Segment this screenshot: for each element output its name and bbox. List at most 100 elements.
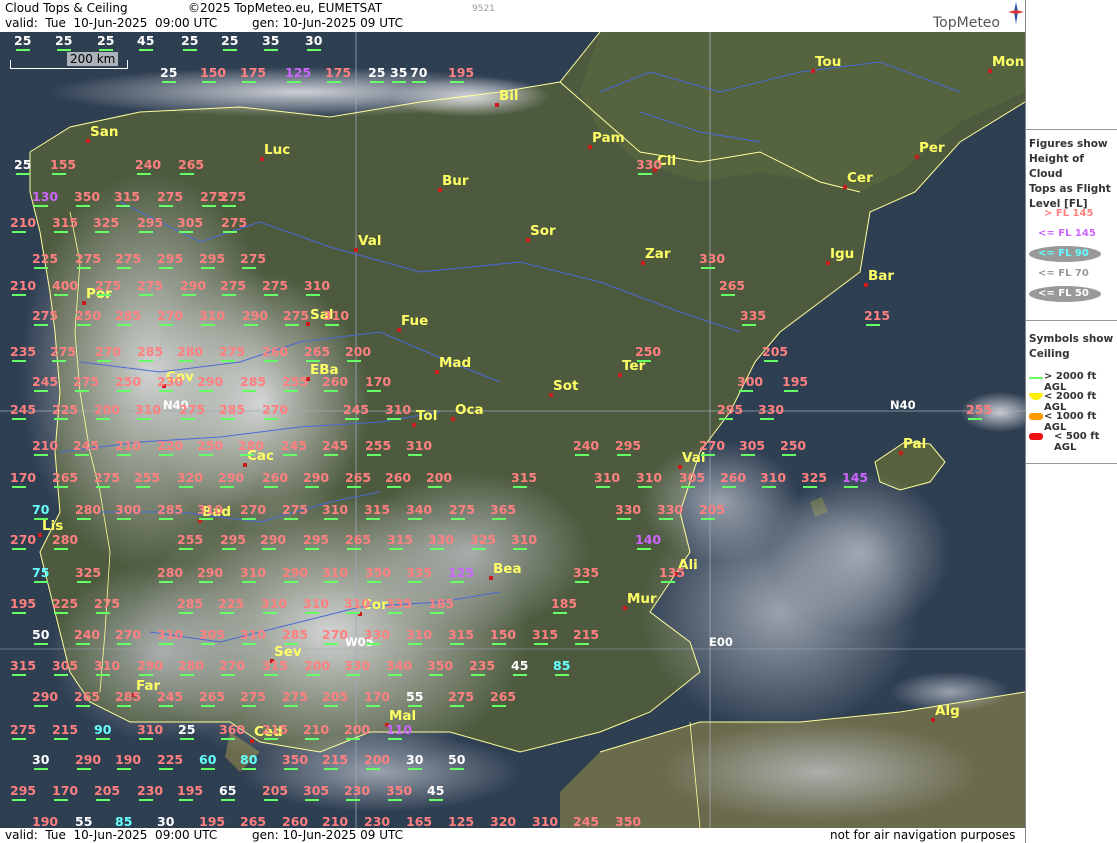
cloud-top-value: 350: [74, 189, 101, 204]
ceiling-symbol: [54, 612, 68, 614]
cloud-top-value: 200: [426, 470, 453, 485]
ceiling-symbol: [117, 324, 131, 326]
ceiling-symbol: [12, 294, 26, 296]
cloud-top-value: 200: [364, 752, 391, 767]
ceiling-symbol: [199, 454, 213, 456]
ceiling-symbol: [97, 360, 111, 362]
cloud-top-value: 310: [594, 470, 621, 485]
legend-divider: [1026, 320, 1117, 321]
cloud-top-value: 195: [448, 65, 475, 80]
cloud-top-value: 25: [14, 157, 32, 172]
ceiling-symbol: [324, 643, 338, 645]
disclaimer: not for air navigation purposes: [830, 828, 1016, 842]
ceiling-symbol: [617, 454, 631, 456]
ceiling-symbol: [222, 548, 236, 550]
ceiling-symbol: [764, 360, 778, 362]
cloud-top-value: 310: [322, 502, 349, 517]
ceiling-symbol: [742, 324, 756, 326]
ceiling-symbol: [287, 81, 301, 83]
cloud-top-value: 215: [262, 722, 289, 737]
ceiling-symbol: [179, 360, 193, 362]
ceiling-symbol: [201, 643, 215, 645]
cloud-top-value: 215: [322, 752, 349, 767]
cloud-top-value: 310: [323, 308, 350, 323]
cloud-top-value: 210: [115, 438, 142, 453]
ceiling-heading-line: Symbols show: [1029, 333, 1114, 345]
cloud-top-value: 310: [406, 627, 433, 642]
ceiling-symbol: [117, 454, 131, 456]
cloud-top-value: 230: [157, 374, 184, 389]
cloud-top-value: 270: [115, 627, 142, 642]
cloud-top-value: 170: [10, 470, 37, 485]
cloud-top-value: 60: [199, 752, 217, 767]
cloud-top-value: 275: [282, 502, 309, 517]
ceiling-symbol: [555, 674, 569, 676]
cloud-top-value: 265: [345, 532, 372, 547]
cloud-top-value: 305: [177, 215, 204, 230]
cloud-top-value: 310: [240, 565, 267, 580]
cloud-top-value: 125: [285, 65, 312, 80]
cloud-top-value: 290: [282, 565, 309, 580]
ceiling-symbol: [117, 518, 131, 520]
cloud-top-value: 245: [322, 438, 349, 453]
ceiling-symbol: [305, 612, 319, 614]
ceiling-symbol: [284, 705, 298, 707]
cloud-top-value: 260: [282, 814, 309, 828]
ceiling-symbol: [367, 581, 381, 583]
cloud-top-value: 275: [10, 722, 37, 737]
cloud-top-value: 320: [490, 814, 517, 828]
ceiling-symbol: [366, 518, 380, 520]
cloud-top-value: 25: [55, 33, 73, 48]
ceiling-symbol: [324, 518, 338, 520]
cloud-top-value: 305: [679, 470, 706, 485]
cloud-top-value: 335: [386, 596, 413, 611]
cloud-top-value: 150: [490, 627, 517, 642]
ceiling-symbol: [388, 799, 402, 801]
ceiling-symbol: [307, 49, 321, 51]
cloud-top-value: 275: [94, 470, 121, 485]
cloud-top-value: 270: [322, 627, 349, 642]
cloud-top-value: 315: [511, 470, 538, 485]
ceiling-symbol: [159, 267, 173, 269]
cloud-top-value: 205: [762, 344, 789, 359]
cloud-top-value: 270: [262, 402, 289, 417]
cloud-top-value: 300: [737, 374, 764, 389]
legend-level-145-above: > FL 145: [1044, 208, 1094, 219]
ceiling-symbol: [179, 612, 193, 614]
ceiling-symbol: [701, 454, 715, 456]
image-code: 9521: [472, 4, 495, 14]
cloud-top-value: 195: [177, 783, 204, 798]
cloud-top-value: 140: [635, 532, 662, 547]
cloud-top-value: 235: [10, 344, 37, 359]
ceiling-symbol: [575, 643, 589, 645]
cloud-top-value: 275: [240, 689, 267, 704]
cloud-top-value: 315: [52, 215, 79, 230]
cloud-top-value: 45: [137, 33, 155, 48]
cloud-top-value: 265: [345, 470, 372, 485]
city-label: Bur: [442, 173, 469, 189]
ceiling-symbol: [54, 486, 68, 488]
city-label: Bil: [499, 88, 519, 104]
cloud-top-value: 285: [157, 502, 184, 517]
city-label: Igu: [830, 246, 855, 262]
cloud-top-value: 280: [75, 502, 102, 517]
cloud-top-value: 275: [157, 189, 184, 204]
ceiling-symbol: [96, 799, 110, 801]
city-label: Tou: [815, 54, 842, 70]
cloud-top-value: 170: [52, 783, 79, 798]
cloud-top-value: 275: [449, 502, 476, 517]
cloud-top-value: 175: [325, 65, 352, 80]
cloud-top-value: 220: [157, 438, 184, 453]
ceiling-symbol: [719, 418, 733, 420]
cloud-top-value: 295: [10, 783, 37, 798]
ceiling-symbol: [305, 486, 319, 488]
cloud-top-value: 25: [368, 65, 386, 80]
cloud-top-value: 260: [720, 470, 747, 485]
cloud-top-value: 205: [94, 783, 121, 798]
ceiling-symbol: [408, 705, 422, 707]
ceiling-heading-line: Ceiling: [1029, 348, 1070, 360]
ceiling-symbol: [139, 360, 153, 362]
cloud-top-value: 245: [281, 438, 308, 453]
legend-heading-line: Figures show: [1029, 138, 1108, 150]
ceiling-symbol: [12, 612, 26, 614]
